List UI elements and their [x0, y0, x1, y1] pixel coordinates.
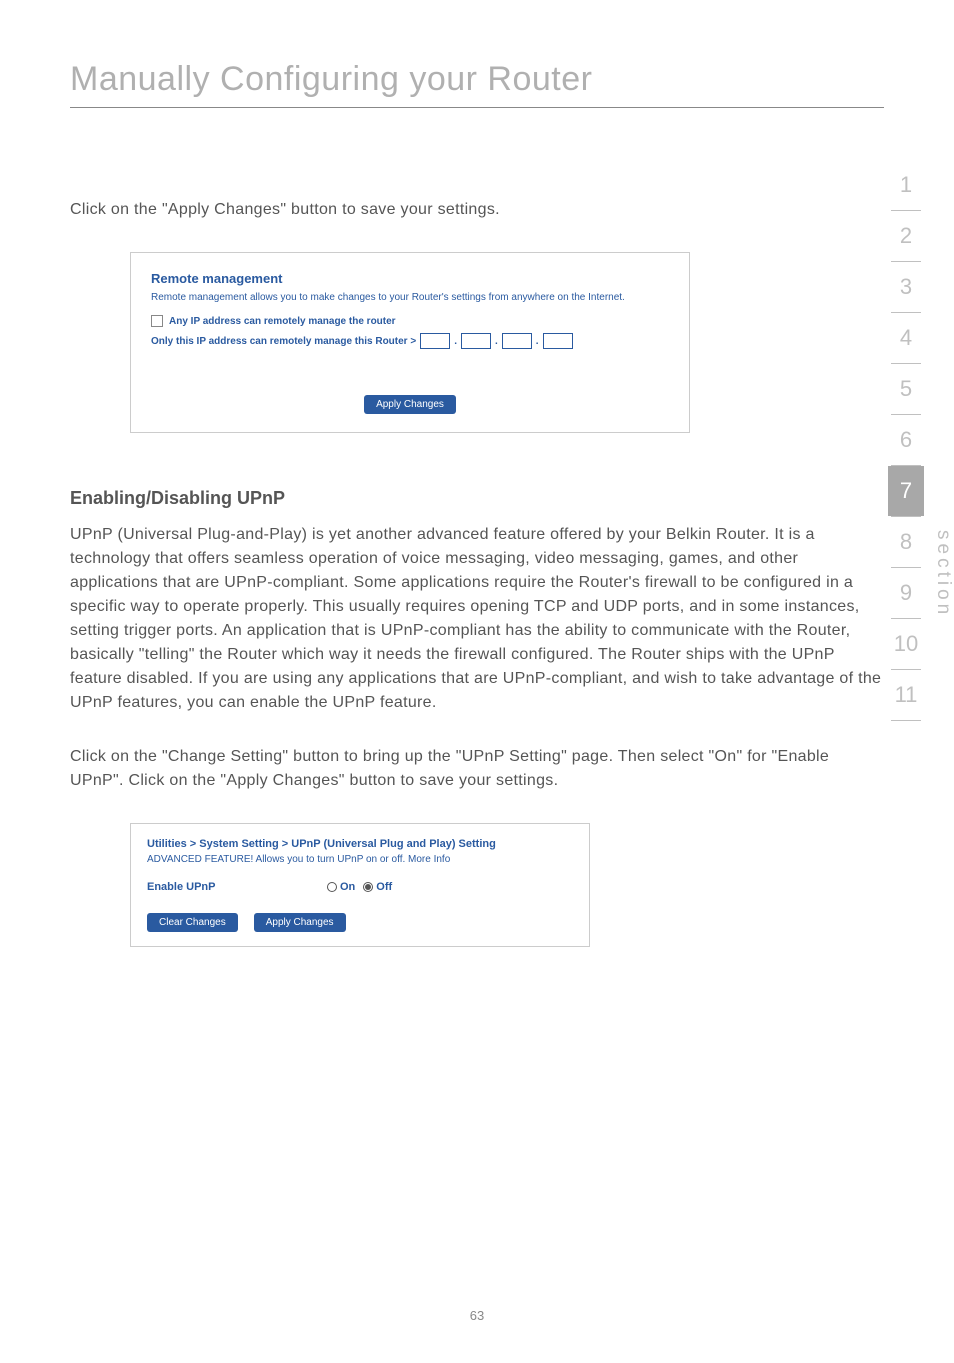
upnp-setting-desc: ADVANCED FEATURE! Allows you to turn UPn…: [147, 854, 573, 865]
any-ip-label: Any IP address can remotely manage the r…: [169, 316, 396, 327]
intro-text: Click on the "Apply Changes" button to s…: [70, 198, 884, 222]
upnp-setting-title: Utilities > System Setting > UPnP (Unive…: [147, 838, 573, 850]
enable-upnp-row: Enable UPnP On Off: [147, 881, 573, 893]
nav-item-6[interactable]: 6: [888, 415, 924, 465]
upnp-heading: Enabling/Disabling UPnP: [70, 488, 884, 509]
only-ip-row: Only this IP address can remotely manage…: [151, 333, 669, 349]
enable-upnp-label: Enable UPnP: [147, 881, 327, 893]
remote-management-title: Remote management: [151, 271, 669, 286]
nav-item-11[interactable]: 11: [888, 670, 924, 720]
on-label: On: [340, 881, 355, 893]
any-ip-checkbox-row: Any IP address can remotely manage the r…: [151, 315, 669, 327]
nav-item-8[interactable]: 8: [888, 517, 924, 567]
remote-management-screenshot: Remote management Remote management allo…: [130, 252, 690, 433]
nav-item-10[interactable]: 10: [888, 619, 924, 669]
ip-field-4[interactable]: [543, 333, 573, 349]
nav-item-1[interactable]: 1: [888, 160, 924, 210]
nav-item-7-active[interactable]: 7: [888, 466, 924, 516]
nav-item-5[interactable]: 5: [888, 364, 924, 414]
nav-item-9[interactable]: 9: [888, 568, 924, 618]
upnp-buttons-row: Clear Changes Apply Changes: [147, 913, 573, 932]
upnp-setting-screenshot: Utilities > System Setting > UPnP (Unive…: [130, 823, 590, 947]
nav-item-2[interactable]: 2: [888, 211, 924, 261]
remote-management-desc: Remote management allows you to make cha…: [151, 292, 669, 303]
title-underline: [70, 107, 884, 108]
ip-field-2[interactable]: [461, 333, 491, 349]
ip-field-3[interactable]: [502, 333, 532, 349]
apply-button-row: Apply Changes: [151, 394, 669, 414]
any-ip-checkbox[interactable]: [151, 315, 163, 327]
upnp-para2: Click on the "Change Setting" button to …: [70, 745, 884, 793]
ip-field-1[interactable]: [420, 333, 450, 349]
nav-divider: [891, 720, 921, 721]
clear-changes-button[interactable]: Clear Changes: [147, 913, 238, 932]
apply-changes-button-2[interactable]: Apply Changes: [254, 913, 346, 932]
nav-item-4[interactable]: 4: [888, 313, 924, 363]
page-number: 63: [470, 1308, 484, 1323]
off-radio[interactable]: [363, 882, 373, 892]
only-ip-label: Only this IP address can remotely manage…: [151, 336, 416, 347]
side-navigation: 1 2 3 4 5 6 7 8 9 10 11: [888, 160, 924, 721]
page-title: Manually Configuring your Router: [70, 60, 884, 99]
nav-item-3[interactable]: 3: [888, 262, 924, 312]
upnp-para1: UPnP (Universal Plug-and-Play) is yet an…: [70, 523, 884, 715]
apply-changes-button[interactable]: Apply Changes: [364, 395, 456, 414]
off-label: Off: [376, 881, 392, 893]
on-radio[interactable]: [327, 882, 337, 892]
section-label: section: [932, 530, 954, 618]
